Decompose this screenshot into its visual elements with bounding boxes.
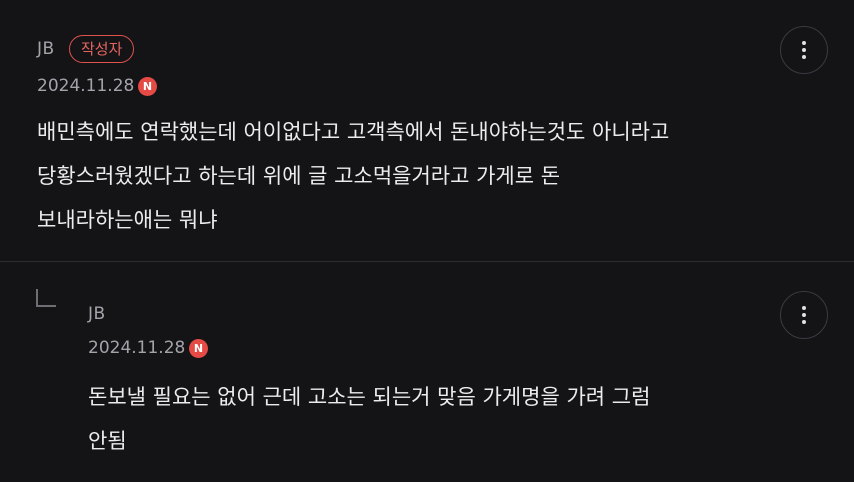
reply-arrow-icon bbox=[36, 289, 56, 307]
new-badge: N bbox=[138, 77, 157, 96]
comment-date: 2024.11.28 bbox=[88, 338, 186, 358]
comment-author[interactable]: JB bbox=[88, 304, 106, 324]
comment-line: 배민측에도 연락했는데 어이없다고 고객측에서 돈내야하는것도 아니라고 bbox=[37, 120, 670, 144]
new-badge: N bbox=[189, 339, 208, 358]
comment-line: 안됨 bbox=[88, 429, 127, 453]
comment-line: 돈보낼 필요는 없어 근데 고소는 되는거 맞음 가게명을 가려 그럼 bbox=[88, 385, 651, 409]
more-options-button[interactable] bbox=[780, 291, 828, 339]
comment-author[interactable]: JB bbox=[37, 39, 55, 59]
comment-line: 보내라하는애는 뭐냐 bbox=[37, 208, 218, 232]
reply-comment: JB 2024.11.28 N 돈보낼 필요는 없어 근데 고소는 되는거 맞음… bbox=[0, 262, 854, 482]
comment-thread: JB 작성자 2024.11.28 N 배민측에도 연락했는데 어이없다고 고객… bbox=[0, 0, 854, 482]
comment-body: 배민측에도 연락했는데 어이없다고 고객측에서 돈내야하는것도 아니라고 당황스… bbox=[37, 110, 669, 242]
comment: JB 작성자 2024.11.28 N 배민측에도 연락했는데 어이없다고 고객… bbox=[0, 0, 854, 261]
comment-body: 돈보낼 필요는 없어 근데 고소는 되는거 맞음 가게명을 가려 그럼 안됨 bbox=[88, 375, 650, 463]
comment-date: 2024.11.28 bbox=[37, 76, 135, 96]
more-options-button[interactable] bbox=[780, 26, 828, 74]
author-badge: 작성자 bbox=[69, 35, 135, 63]
comment-line: 당황스러웠겠다고 하는데 위에 글 고소먹을거라고 가게로 돈 bbox=[37, 164, 561, 188]
